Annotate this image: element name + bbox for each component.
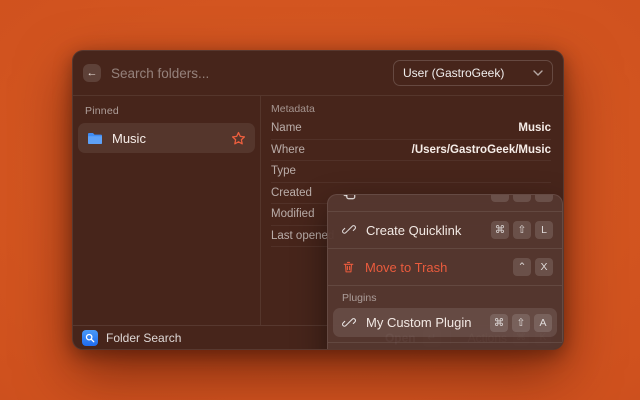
metadata-label: Last opened [271,230,334,242]
back-arrow-icon: ← [87,67,98,79]
divider [328,285,562,286]
folder-search-app-icon [82,330,98,346]
action-item-label: Move to Trash [365,260,503,275]
actions-popup: Create Quicklink ⌘ ⇧ L Move to Trash ⌃ X [327,194,563,350]
metadata-row-type: Type [271,161,551,183]
sidebar: Pinned Music [73,96,261,325]
action-item-label: My Custom Plugin [366,315,480,330]
profile-dropdown-value: User (GastroGeek) [403,66,533,80]
key-x: X [535,258,553,276]
copy-icon [342,195,356,200]
list-item-label: Music [112,131,231,146]
trash-icon [342,260,355,274]
metadata-label: Name [271,122,302,134]
clipped-action-row-inner [328,195,562,211]
shortcut-keys: ⌃ X [513,258,553,276]
pin-star-icon[interactable] [231,131,246,146]
plugins-section-label: Plugins [342,292,548,304]
window-body: Pinned Music Metadata Name Music Where [73,96,563,325]
metadata-title: Metadata [271,103,551,115]
metadata-label: Created [271,187,312,199]
clipped-action-row[interactable] [328,195,562,211]
shortcut-keys: ⌘ ⇧ L [491,221,553,239]
action-item-label: Create Quicklink [366,223,481,238]
profile-dropdown[interactable]: User (GastroGeek) [393,60,553,86]
key-cmd: ⌘ [490,314,508,332]
launcher-window: ← Search folders... User (GastroGeek) Pi… [72,50,564,350]
key-shift: ⇧ [512,314,530,332]
metadata-label: Modified [271,208,314,220]
metadata-label: Where [271,144,305,156]
clipped-shortcut-keys [491,195,553,202]
metadata-row-name: Name Music [271,118,551,140]
metadata-value: Music [518,122,551,134]
link-icon [342,223,356,237]
action-item-move-to-trash[interactable]: Move to Trash ⌃ X [328,249,562,285]
key-ctrl: ⌃ [513,258,531,276]
pinned-section-label: Pinned [85,105,255,117]
chevron-down-icon [533,70,543,76]
metadata-label: Type [271,165,296,177]
metadata-value: /Users/GastroGeek/Music [412,144,551,156]
link-icon [342,316,356,330]
key-a: A [534,314,552,332]
action-item-my-custom-plugin[interactable]: My Custom Plugin ⌘ ⇧ A [333,308,557,337]
metadata-row-where: Where /Users/GastroGeek/Music [271,140,551,162]
key-shift: ⇧ [513,221,531,239]
search-icon [85,333,95,343]
header: ← Search folders... User (GastroGeek) [73,51,563,96]
folder-blue-icon [87,132,103,145]
action-item-create-quicklink[interactable]: Create Quicklink ⌘ ⇧ L [328,212,562,248]
back-button[interactable]: ← [83,64,101,82]
key-cmd: ⌘ [491,221,509,239]
key-l: L [535,221,553,239]
shortcut-keys: ⌘ ⇧ A [490,314,552,332]
actions-search-input[interactable]: Search for actions... [328,343,562,350]
list-item-music[interactable]: Music [78,123,255,153]
search-input[interactable]: Search folders... [111,66,393,81]
